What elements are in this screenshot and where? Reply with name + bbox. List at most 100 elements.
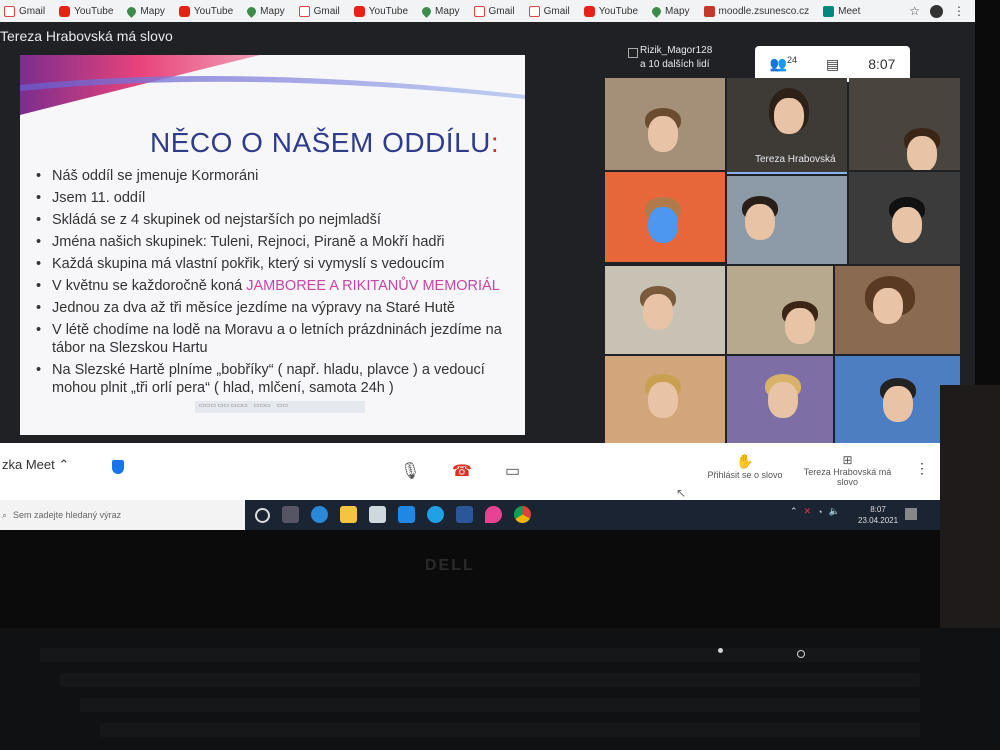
- clock-time: 8:07: [870, 505, 886, 514]
- status-led-icon: [797, 650, 805, 658]
- more-vertical-icon: ⋮: [915, 460, 929, 476]
- chevron-up-icon: ⌃: [58, 457, 70, 472]
- shield-icon[interactable]: [112, 460, 124, 474]
- bookmark-label: Meet: [838, 5, 861, 17]
- share-banner-text: ▭▭▭ ▭▭ ▭▭▭: [199, 403, 248, 409]
- participant-tile[interactable]: [727, 176, 847, 264]
- participant-tile[interactable]: [849, 172, 960, 264]
- chevron-up-icon[interactable]: ⌃: [790, 506, 798, 517]
- mail-icon[interactable]: [398, 506, 415, 523]
- meeting-details-button[interactable]: zka Meet ⌃: [2, 457, 69, 473]
- search-icon: ⌕: [2, 509, 8, 520]
- bookmark-item[interactable]: Gmail: [4, 5, 45, 17]
- cortana-icon[interactable]: [255, 508, 270, 523]
- presenter-name: Rizik_Magor128: [640, 45, 713, 56]
- microphone-icon: 🎙: [400, 463, 421, 480]
- bookmark-item[interactable]: YouTube: [583, 5, 639, 17]
- participants-count: 24: [786, 55, 797, 66]
- taskbar-clock[interactable]: 8:07 23.04.2021: [858, 504, 898, 526]
- participant-tile[interactable]: [727, 266, 833, 354]
- participant-tile[interactable]: [849, 78, 960, 170]
- internet-explorer-icon[interactable]: [427, 506, 444, 523]
- bookmark-item[interactable]: Gmail: [473, 5, 515, 17]
- bookmark-item[interactable]: Gmail: [298, 5, 340, 17]
- speaker-name-label: Tereza Hrabovská: [755, 154, 836, 165]
- share-banner-hide[interactable]: ▭▭: [277, 402, 288, 412]
- bookmark-label: Mapy: [435, 5, 460, 17]
- bookmark-item[interactable]: Mapy: [650, 4, 690, 18]
- notifications-icon[interactable]: [905, 508, 917, 520]
- taskbar-search-box[interactable]: ⌕ Sem zadejte hledaný výraz: [0, 500, 245, 530]
- bookmark-item[interactable]: YouTube: [59, 5, 114, 17]
- bookmark-item[interactable]: YouTube: [178, 5, 233, 17]
- hang-up-button[interactable]: ☎: [452, 461, 472, 481]
- bookmark-star-icon[interactable]: ☆: [909, 4, 920, 18]
- slide-bullet: Náš oddíl se jmenuje Kormoráni: [34, 167, 514, 185]
- slide-bullet-list: Náš oddíl se jmenuje Kormoráni Jsem 11. o…: [34, 167, 514, 401]
- edge-icon[interactable]: [311, 506, 328, 523]
- share-banner-button[interactable]: ▭▭▭: [254, 402, 271, 412]
- participant-tile[interactable]: [605, 356, 725, 443]
- participant-tile[interactable]: [727, 356, 833, 443]
- slide-bullet: Na Slezské Hartě plníme „bobříky“ ( např…: [34, 361, 514, 397]
- presenter-info: Rizik_Magor128 a 10 dalších lidí: [628, 44, 713, 72]
- gmail-icon: [4, 5, 15, 17]
- file-explorer-icon[interactable]: [340, 506, 357, 523]
- bookmark-label: YouTube: [368, 5, 409, 17]
- laptop-screen: Gmail YouTube Mapy YouTube Mapy Gmail YouTube M…: [0, 0, 975, 530]
- bookmark-item[interactable]: YouTube: [353, 5, 409, 17]
- bookmark-item[interactable]: Gmail: [528, 5, 570, 17]
- camera-button[interactable]: ▭: [505, 461, 520, 481]
- camera-icon: ▭: [505, 463, 521, 480]
- slide-bullet: V létě chodíme na lodě na Moravu a o let…: [34, 321, 514, 357]
- participant-tile[interactable]: [605, 172, 725, 262]
- slide-bullet: V květnu se každoročně koná JAMBOREE A R…: [34, 277, 514, 295]
- raise-hand-button[interactable]: ✋ Přihlásit se o slovo: [700, 453, 790, 480]
- bookmark-label: YouTube: [74, 5, 114, 17]
- meeting-clock: 8:07: [868, 56, 896, 72]
- maps-icon: [125, 4, 139, 18]
- laptop-keyboard: [0, 628, 1000, 750]
- paint-icon[interactable]: [485, 506, 502, 523]
- chrome-icon[interactable]: [514, 506, 531, 523]
- slide-bullet: Jsem 11. oddíl: [34, 189, 514, 207]
- presenting-label: Tereza Hrabovská má slovo: [803, 467, 892, 487]
- slide-bullet: Jména našich skupinek: Tuleni, Rejnoci, …: [34, 233, 514, 251]
- task-view-icon[interactable]: [282, 506, 299, 523]
- more-options-button[interactable]: ⋮: [915, 460, 929, 477]
- word-icon[interactable]: [456, 506, 473, 523]
- bookmark-item[interactable]: Mapy: [125, 4, 165, 18]
- browser-menu-icon[interactable]: ⋮: [953, 4, 965, 18]
- mouse-cursor-icon: ↖: [676, 486, 687, 500]
- microphone-button[interactable]: 🎙: [400, 461, 420, 481]
- bookmarks-bar: Gmail YouTube Mapy YouTube Mapy Gmail YouTube M…: [0, 0, 975, 22]
- meeting-label: zka Meet: [2, 457, 55, 472]
- bookmark-label: Gmail: [488, 5, 515, 17]
- slide-title-colon: :: [490, 127, 500, 158]
- bookmark-label: YouTube: [598, 5, 639, 17]
- bookmark-label: moodle.zsunesco.cz: [718, 5, 810, 17]
- participant-tile[interactable]: [605, 78, 725, 170]
- bullet-text: V květnu se každoročně koná: [52, 278, 247, 294]
- chat-button[interactable]: ▤: [826, 56, 839, 73]
- participant-tile[interactable]: [835, 266, 960, 354]
- network-icon[interactable]: ◔: [817, 507, 822, 517]
- bookmark-item[interactable]: Mapy: [245, 4, 285, 18]
- people-button[interactable]: 👥24: [770, 55, 797, 73]
- bookmark-item[interactable]: Mapy: [420, 4, 460, 18]
- power-led-icon: [718, 648, 723, 653]
- bookmark-item[interactable]: Meet: [823, 5, 861, 17]
- hand-icon: ✋: [736, 453, 754, 469]
- volume-icon[interactable]: 🔈: [829, 506, 840, 517]
- participant-tile-speaking[interactable]: Tereza Hrabovská: [727, 78, 847, 174]
- bookmark-item[interactable]: moodle.zsunesco.cz: [703, 5, 810, 17]
- acrobat-icon[interactable]: ✕: [804, 506, 812, 517]
- profile-avatar[interactable]: [930, 4, 943, 18]
- screen-share-banner: ▭▭▭ ▭▭ ▭▭▭ ▭▭▭ ▭▭: [195, 401, 365, 413]
- present-screen-icon: ⊞: [842, 453, 853, 467]
- participant-tile[interactable]: [605, 266, 725, 354]
- bullet-text: Jsem 11. oddíl: [52, 190, 146, 206]
- store-icon[interactable]: [369, 506, 386, 523]
- presenting-button[interactable]: ⊞ Tereza Hrabovská má slovo: [800, 453, 895, 487]
- meeting-toolbox: 👥24 ▤ 8:07: [755, 46, 910, 82]
